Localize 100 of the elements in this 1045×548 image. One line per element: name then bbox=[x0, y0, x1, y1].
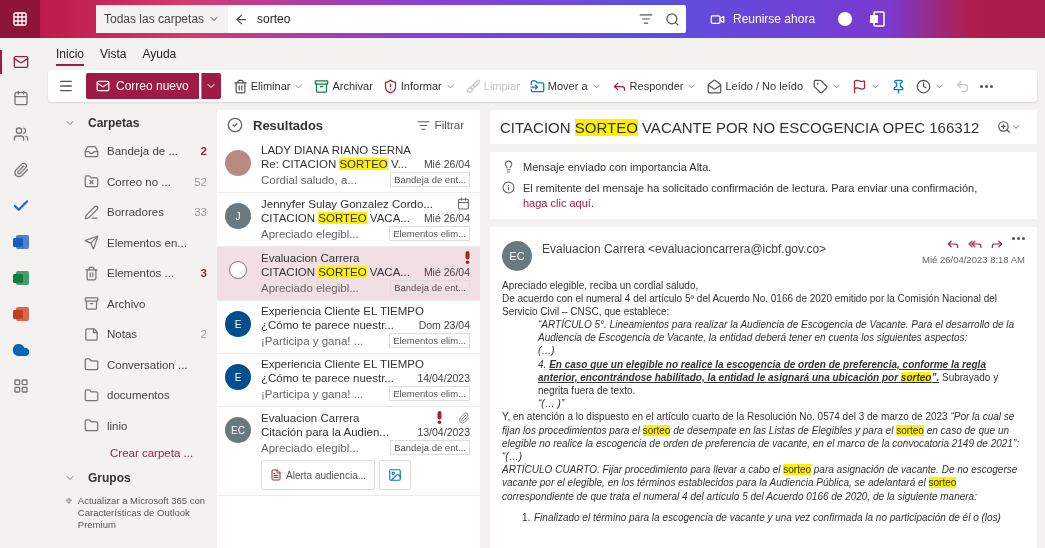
picture-icon bbox=[388, 468, 403, 482]
sender-name: Experiencia Cliente EL TIEMPO bbox=[261, 358, 425, 370]
image-attachment-chip[interactable] bbox=[379, 460, 412, 490]
ribbon-tab[interactable]: Ayuda bbox=[142, 46, 177, 66]
send-icon bbox=[84, 235, 99, 251]
archive-icon bbox=[84, 296, 99, 312]
search-input[interactable]: sorteo bbox=[255, 11, 633, 27]
toolbar-button[interactable]: Eliminar bbox=[228, 74, 309, 98]
folder-item[interactable]: Notas 2 bbox=[48, 319, 215, 350]
create-folder-link[interactable]: Crear carpeta ... bbox=[48, 441, 215, 465]
folder-item[interactable]: Borradores 33 bbox=[48, 197, 215, 228]
filter-icon bbox=[416, 118, 430, 132]
message-item[interactable]: Evaluacion Carrera CITACION SORTEO VACA... Mié 26/04 Apreciado elegibl... Bandeja de ent... bbox=[217, 247, 480, 301]
message-preview: ¡Participa y gana! ... bbox=[261, 387, 365, 400]
pin-icon bbox=[891, 78, 907, 94]
app-launcher-button[interactable] bbox=[0, 0, 40, 38]
info-icon bbox=[502, 180, 515, 194]
toolbar-button[interactable]: Responder bbox=[607, 74, 702, 98]
quoted-paragraph: “ARTÍCULO 5°. Lineamientos para realizar la Audiencia de Escogencia de Vacante. Para el desarrollo de la Audiencia de Escogencia de Vacante, la entidad deberá tener en cuenta los siguientes aspectos: bbox=[536, 318, 1016, 345]
upgrade-text[interactable]: Actualizar a Microsoft 365 con Características de Outlook Premium bbox=[77, 495, 215, 531]
toolbar-button[interactable]: Leído / No leído bbox=[703, 74, 808, 98]
sender-name: Evaluacion Carrera bbox=[261, 251, 361, 264]
toolbar-button[interactable]: Informar bbox=[378, 74, 460, 98]
junk-folder-icon bbox=[84, 174, 99, 190]
inbox-icon bbox=[84, 143, 99, 159]
attachment-chip[interactable]: Alerta audiencia... bbox=[261, 460, 376, 490]
lightbulb-icon bbox=[502, 160, 515, 173]
toolbar-button[interactable]: Mover a bbox=[525, 74, 606, 98]
body-paragraph: “(…) bbox=[502, 449, 523, 463]
sender-name: Evaluacion Carrera bbox=[261, 411, 361, 424]
message-preview: Cordial saludo, a... bbox=[261, 173, 358, 186]
body-paragraph: Apreciado elegible, reciba un cordial saludo, bbox=[502, 278, 700, 292]
folder-item[interactable]: Conversation ... bbox=[48, 349, 215, 380]
message-date: Mié 26/04 bbox=[423, 212, 470, 224]
shield-icon bbox=[382, 78, 398, 94]
select-checkbox[interactable] bbox=[229, 261, 247, 279]
ribbon-tab[interactable]: Vista bbox=[100, 46, 127, 66]
envelope-icon bbox=[13, 54, 29, 70]
hamburger-icon bbox=[58, 78, 74, 94]
avatar: E bbox=[225, 364, 251, 390]
folder-icon bbox=[84, 387, 99, 403]
grid-icon bbox=[13, 378, 29, 394]
filter-icon bbox=[639, 12, 653, 26]
message-subject: CITACION SORTEO VACA... bbox=[261, 266, 411, 278]
toolbar-button[interactable]: Archivar bbox=[310, 74, 377, 98]
ribbon-tab[interactable]: Inicio bbox=[56, 46, 84, 66]
document-app-icon bbox=[12, 233, 30, 251]
folder-tag: Bandeja de ent... bbox=[390, 440, 470, 455]
folder-item[interactable]: Correo no ... 52 bbox=[48, 166, 215, 197]
clock-icon bbox=[916, 78, 932, 94]
document-icon bbox=[270, 469, 282, 481]
list-title: Resultados bbox=[253, 117, 325, 133]
filter-button[interactable]: Filtrar bbox=[410, 117, 470, 133]
envelope-open-icon bbox=[707, 78, 723, 94]
calendar-icon bbox=[13, 90, 29, 106]
quoted-paragraph: “(… )” bbox=[537, 397, 566, 411]
people-icon bbox=[13, 126, 29, 142]
body-paragraph: Y, en atención a lo dispuesto en el artículo cuarto de la Resolución No. 0574 del 3 de marzo de 2023 “Por la cual se fijan los procedimientos para el sorteo de desempate en las Listas de Elegibles y para el sorteo en caso de que un elegible no realice la escogencia de orden de preferencia de vacante, en el marco de la convocatoria 2149 de 2021”: bbox=[502, 410, 1020, 450]
broom-icon bbox=[465, 78, 481, 94]
folder-item[interactable]: documentos bbox=[48, 380, 215, 411]
message-preview: Apreciado elegibl... bbox=[261, 441, 360, 454]
folder-icon bbox=[84, 357, 99, 373]
message-date: 13/04/2023 bbox=[417, 426, 470, 438]
confirm-link[interactable]: haga clic aquí. bbox=[523, 196, 594, 209]
body-paragraph: ARTÍCULO CUARTO. Fijar procedimiento para llevar a cabo el sorteo para asignación de vacante. De no escogerse vacante por el elegible, en los términos establecidos para la Audiencia Pública, se adelantará el sorteo correspondiente de que trata el numeral 4 del artículo 5 del Acuerdo 0166 de 2020, de la siguiente manera: bbox=[502, 463, 1019, 503]
message-subject: CITACION SORTEO VACA... bbox=[261, 212, 411, 224]
list-item: 1. Finalizado el término para la escogencia de vacante y una vez confirmada la no participación de él o (los) bbox=[521, 510, 1002, 524]
undo-icon bbox=[955, 78, 971, 94]
waffle-grid-icon bbox=[12, 11, 28, 27]
folder-item[interactable]: Elementos ... 3 bbox=[48, 258, 215, 289]
message-subject: Re: CITACION SORTEO V... bbox=[261, 158, 409, 170]
folder-tag: Elementos elim... bbox=[389, 386, 470, 401]
app-square-icon[interactable] bbox=[869, 11, 886, 27]
search-icon bbox=[665, 11, 680, 27]
message-preview: Apreciado elegibl... bbox=[261, 227, 360, 240]
new-mail-dropdown-button[interactable] bbox=[200, 73, 221, 99]
folder-item[interactable]: linio bbox=[48, 410, 215, 441]
chat-circle-icon[interactable] bbox=[837, 11, 854, 27]
sender-address: Evaluacion Carrera <evaluacioncarrera@icbf.gov.co> bbox=[542, 240, 828, 256]
spreadsheet-app-icon bbox=[12, 269, 30, 287]
message-subject: ¿Cómo te parece nuestr... bbox=[261, 319, 395, 331]
trash-icon bbox=[232, 78, 248, 94]
folder-item[interactable]: Elementos en... bbox=[48, 227, 215, 258]
meet-now-button[interactable]: Reunirse ahora bbox=[704, 10, 822, 28]
folder-item[interactable]: Archivo bbox=[48, 288, 215, 319]
slides-app-icon bbox=[12, 305, 30, 323]
scope-dropdown[interactable]: Todas las carpetas bbox=[96, 5, 229, 33]
search-field[interactable]: Todas las carpetas sorteo bbox=[96, 5, 686, 33]
flag-icon bbox=[852, 78, 868, 94]
diamond-icon bbox=[66, 495, 72, 507]
quoted-paragraph: (…) bbox=[537, 344, 556, 358]
note-icon bbox=[84, 326, 99, 342]
section-title: Grupos bbox=[88, 471, 131, 485]
message-subject: ¿Cómo te parece nuestr... bbox=[261, 372, 395, 384]
message-date: Mié 26/04/2023 8:18 AM bbox=[922, 253, 1025, 265]
folder-item[interactable]: Bandeja de ... 2 bbox=[48, 136, 215, 167]
message-preview: Apreciado elegibl... bbox=[261, 281, 360, 294]
avatar: EC bbox=[225, 417, 251, 443]
select-all-icon[interactable] bbox=[227, 117, 243, 133]
new-mail-button[interactable]: Correo nuevo bbox=[86, 73, 199, 99]
